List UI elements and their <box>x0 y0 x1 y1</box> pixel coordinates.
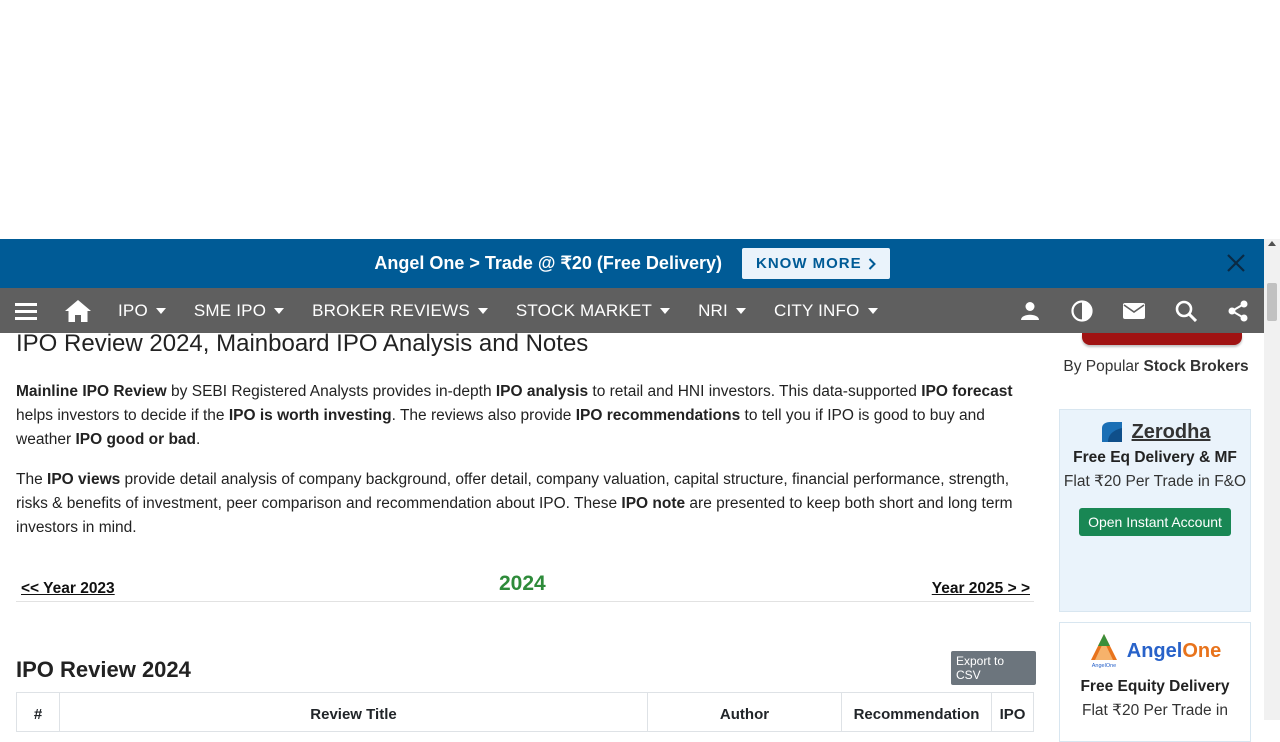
broker-card-angelone: AngelOne AngelOne Free Equity Delivery F… <box>1059 622 1251 742</box>
zerodha-logo-icon <box>1101 422 1122 442</box>
search-button[interactable] <box>1160 288 1212 333</box>
know-more-button[interactable]: KNOW MORE <box>741 248 890 279</box>
text-run: to retail and HNI investors. This data-s… <box>588 383 922 400</box>
text-bold: IPO views <box>47 471 121 488</box>
theme-toggle-button[interactable] <box>1056 288 1108 333</box>
nav-ipo[interactable]: IPO <box>104 301 180 321</box>
scroll-up-icon[interactable] <box>1268 241 1276 246</box>
home-icon <box>65 299 91 322</box>
broker-fee: Flat ₹20 Per Trade in F&O <box>1063 473 1247 490</box>
col-number[interactable]: # <box>17 693 60 731</box>
nav-nri-label: NRI <box>698 300 728 320</box>
text-run: helps investors to decide if the <box>16 407 229 424</box>
text-run: . The reviews also provide <box>391 407 576 424</box>
share-icon <box>1228 300 1248 321</box>
promo-banner: Angel One > Trade @ ₹20 (Free Delivery) … <box>0 239 1264 288</box>
main-content: IPO Review 2024, Mainboard IPO Analysis … <box>16 330 1036 732</box>
nav-broker-reviews-label: BROKER REVIEWS <box>312 300 470 320</box>
caret-down-icon <box>477 307 488 314</box>
text-bold: Mainline IPO Review <box>16 383 167 400</box>
know-more-label: KNOW MORE <box>755 255 862 272</box>
scroll-thumb[interactable] <box>1267 283 1277 321</box>
zerodha-link[interactable]: Zerodha <box>1132 421 1211 444</box>
home-button[interactable] <box>52 288 104 333</box>
nav-stock-market[interactable]: STOCK MARKET <box>502 301 684 321</box>
user-icon <box>1021 301 1039 320</box>
chevron-right-icon <box>868 257 876 270</box>
nav-stock-market-label: STOCK MARKET <box>515 300 653 320</box>
search-icon <box>1175 300 1197 322</box>
year-navigation: << Year 2023 2024 Year 2025 > > <box>16 570 1034 602</box>
page-scrollbar[interactable] <box>1264 239 1280 720</box>
broker-offer: Free Equity Delivery <box>1080 678 1230 695</box>
close-icon[interactable] <box>1224 251 1248 275</box>
export-csv-button[interactable]: Export to CSV <box>951 651 1036 685</box>
menu-button[interactable] <box>0 288 52 333</box>
col-author[interactable]: Author <box>648 693 842 731</box>
nav-right-icons <box>1004 288 1264 333</box>
sidebar-banner-bottom <box>1082 333 1242 345</box>
caret-down-icon <box>660 307 671 314</box>
review-table-header: # Review Title Author Recommendation IPO <box>16 692 1034 732</box>
views-paragraph: The IPO views provide detail analysis of… <box>16 468 1036 540</box>
text-bold: IPO forecast <box>921 383 1013 400</box>
mail-icon <box>1123 302 1145 319</box>
contrast-icon <box>1071 299 1093 322</box>
menu-icon <box>15 302 37 320</box>
broker-header: AngelOne AngelOne <box>1060 633 1250 669</box>
nav-broker-reviews[interactable]: BROKER REVIEWS <box>298 301 502 321</box>
nav-city-info[interactable]: CITY INFO <box>760 301 892 321</box>
next-year-link[interactable]: Year 2025 > > <box>932 580 1030 598</box>
section-title: IPO Review 2024 <box>16 657 191 682</box>
caret-down-icon <box>867 307 878 314</box>
intro-paragraph: Mainline IPO Review by SEBI Registered A… <box>16 380 1036 452</box>
broker-offer: Free Eq Delivery & MF <box>1073 449 1237 466</box>
sidebar-caption: By Popular Stock Brokers <box>1054 355 1258 379</box>
angelone-logo-text: AngelOne <box>1092 663 1116 669</box>
current-year: 2024 <box>499 572 546 595</box>
nav-sme-ipo[interactable]: SME IPO <box>180 301 298 321</box>
promo-text[interactable]: Angel One > Trade @ ₹20 (Free Delivery) <box>374 253 722 274</box>
ad-space <box>0 0 1264 239</box>
caption-text: By Popular <box>1063 358 1144 375</box>
text-run: . <box>196 431 201 448</box>
text-run: by SEBI Registered Analysts provides in-… <box>166 383 496 400</box>
text-run: The <box>16 471 48 488</box>
text-bold: IPO note <box>621 495 686 512</box>
text-bold: IPO recommendations <box>575 407 741 424</box>
col-recommendation[interactable]: Recommendation <box>842 693 992 731</box>
main-navbar: IPO SME IPO BROKER REVIEWS STOCK MARKET … <box>0 288 1264 333</box>
caret-down-icon <box>735 307 746 314</box>
col-review-title[interactable]: Review Title <box>60 693 648 731</box>
angelone-link[interactable]: AngelOne <box>1127 640 1221 663</box>
nav-city-info-label: CITY INFO <box>773 300 860 320</box>
account-button[interactable] <box>1004 288 1056 333</box>
nav-ipo-label: IPO <box>118 300 148 320</box>
nav-sme-ipo-label: SME IPO <box>193 300 267 320</box>
caret-down-icon <box>274 307 285 314</box>
text-bold: IPO good or bad <box>75 431 197 448</box>
prev-year-link[interactable]: << Year 2023 <box>21 580 115 598</box>
broker-header: Zerodha <box>1060 420 1250 444</box>
broker-fee: Flat ₹20 Per Trade in <box>1082 702 1228 719</box>
page-title: IPO Review 2024, Mainboard IPO Analysis … <box>16 330 589 357</box>
share-button[interactable] <box>1212 288 1264 333</box>
caption-bold: Stock Brokers <box>1143 358 1249 375</box>
angelone-logo-icon: AngelOne <box>1090 634 1117 669</box>
nav-nri[interactable]: NRI <box>684 301 760 321</box>
col-ipo[interactable]: IPO <box>992 693 1033 731</box>
broker-card-zerodha: Zerodha Free Eq Delivery & MF Flat ₹20 P… <box>1059 409 1251 612</box>
open-account-button[interactable]: Open Instant Account <box>1079 508 1231 536</box>
text-bold: IPO is worth investing <box>228 407 392 424</box>
one-name-part: One <box>1182 639 1222 662</box>
caret-down-icon <box>155 307 166 314</box>
mail-button[interactable] <box>1108 288 1160 333</box>
text-bold: IPO analysis <box>495 383 589 400</box>
angel-name-part: Angel <box>1126 639 1183 662</box>
